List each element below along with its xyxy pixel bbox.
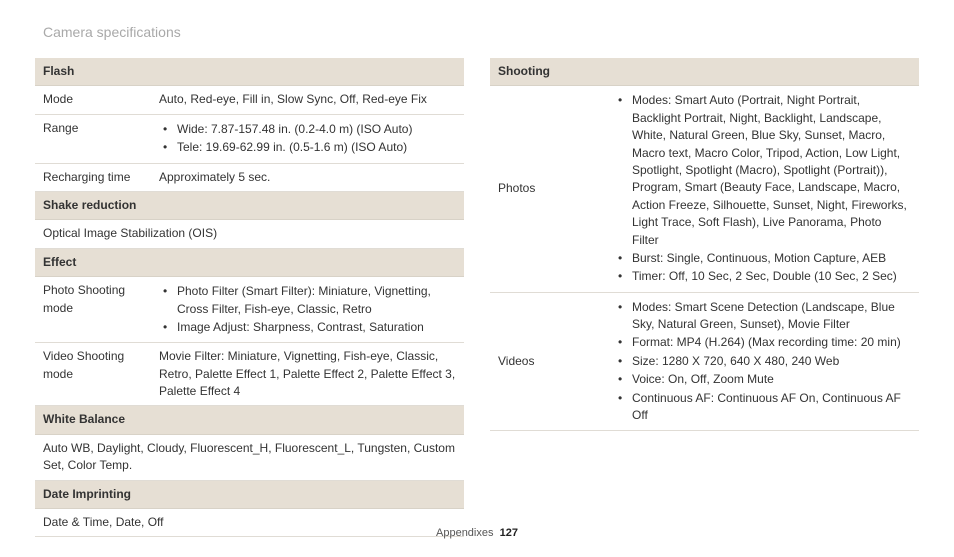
list-item: Continuous AF: Continuous AF On, Continu… <box>628 390 911 425</box>
right-column: Shooting Photos Modes: Smart Auto (Portr… <box>490 58 919 537</box>
spec-table-right: Shooting Photos Modes: Smart Auto (Portr… <box>490 58 919 431</box>
spec-label: Range <box>35 114 151 163</box>
section-header-wb: White Balance <box>35 406 464 434</box>
list-item: Format: MP4 (H.264) (Max recording time:… <box>628 334 911 351</box>
spec-label: Video Shooting mode <box>35 343 151 406</box>
spec-value: Approximately 5 sec. <box>151 163 464 191</box>
bullet-list: Modes: Smart Scene Detection (Landscape,… <box>614 299 911 425</box>
list-item: Voice: On, Off, Zoom Mute <box>628 371 911 388</box>
spec-value: Movie Filter: Miniature, Vignetting, Fis… <box>151 343 464 406</box>
table-row: Mode Auto, Red-eye, Fill in, Slow Sync, … <box>35 86 464 114</box>
section-header-label: Flash <box>35 58 464 86</box>
section-header-effect: Effect <box>35 248 464 276</box>
section-header-label: Shooting <box>490 58 919 86</box>
spec-value: Modes: Smart Scene Detection (Landscape,… <box>606 292 919 431</box>
table-row: Video Shooting mode Movie Filter: Miniat… <box>35 343 464 406</box>
bullet-list: Modes: Smart Auto (Portrait, Night Portr… <box>614 92 911 285</box>
left-column: Flash Mode Auto, Red-eye, Fill in, Slow … <box>35 58 464 537</box>
list-item: Modes: Smart Auto (Portrait, Night Portr… <box>628 92 911 249</box>
footer-label: Appendixes <box>436 527 494 539</box>
spec-label: Recharging time <box>35 163 151 191</box>
bullet-list: Wide: 7.87-157.48 in. (0.2-4.0 m) (ISO A… <box>159 121 456 157</box>
spec-value: Wide: 7.87-157.48 in. (0.2-4.0 m) (ISO A… <box>151 114 464 163</box>
list-item: Image Adjust: Sharpness, Contrast, Satur… <box>173 319 456 336</box>
list-item: Timer: Off, 10 Sec, 2 Sec, Double (10 Se… <box>628 268 911 285</box>
spec-value: Photo Filter (Smart Filter): Miniature, … <box>151 277 464 343</box>
section-header-label: White Balance <box>35 406 464 434</box>
section-header-label: Shake reduction <box>35 191 464 219</box>
list-item: Size: 1280 X 720, 640 X 480, 240 Web <box>628 353 911 370</box>
table-row: Videos Modes: Smart Scene Detection (Lan… <box>490 292 919 431</box>
table-row: Auto WB, Daylight, Cloudy, Fluorescent_H… <box>35 434 464 480</box>
spec-table-left: Flash Mode Auto, Red-eye, Fill in, Slow … <box>35 58 464 537</box>
spec-label: Mode <box>35 86 151 114</box>
section-header-date: Date Imprinting <box>35 480 464 508</box>
table-row: Photo Shooting mode Photo Filter (Smart … <box>35 277 464 343</box>
section-header-label: Effect <box>35 248 464 276</box>
page-title: Camera specifications <box>43 24 919 40</box>
list-item: Tele: 19.69-62.99 in. (0.5-1.6 m) (ISO A… <box>173 139 456 156</box>
section-header-shooting: Shooting <box>490 58 919 86</box>
spec-label: Photos <box>490 86 606 292</box>
table-row: Photos Modes: Smart Auto (Portrait, Nigh… <box>490 86 919 292</box>
spec-label: Videos <box>490 292 606 431</box>
document-page: Camera specifications Flash Mode Auto, R… <box>0 0 954 537</box>
section-header-flash: Flash <box>35 58 464 86</box>
list-item: Wide: 7.87-157.48 in. (0.2-4.0 m) (ISO A… <box>173 121 456 138</box>
list-item: Photo Filter (Smart Filter): Miniature, … <box>173 283 456 318</box>
list-item: Modes: Smart Scene Detection (Landscape,… <box>628 299 911 334</box>
columns: Flash Mode Auto, Red-eye, Fill in, Slow … <box>35 58 919 537</box>
page-footer: Appendixes 127 <box>0 527 954 539</box>
spec-label: Photo Shooting mode <box>35 277 151 343</box>
table-row: Optical Image Stabilization (OIS) <box>35 220 464 248</box>
bullet-list: Photo Filter (Smart Filter): Miniature, … <box>159 283 456 336</box>
spec-value: Auto, Red-eye, Fill in, Slow Sync, Off, … <box>151 86 464 114</box>
spec-value: Optical Image Stabilization (OIS) <box>35 220 464 248</box>
section-header-label: Date Imprinting <box>35 480 464 508</box>
spec-value: Modes: Smart Auto (Portrait, Night Portr… <box>606 86 919 292</box>
footer-page-number: 127 <box>500 527 518 539</box>
list-item: Burst: Single, Continuous, Motion Captur… <box>628 250 911 267</box>
table-row: Recharging time Approximately 5 sec. <box>35 163 464 191</box>
spec-value: Auto WB, Daylight, Cloudy, Fluorescent_H… <box>35 434 464 480</box>
section-header-shake: Shake reduction <box>35 191 464 219</box>
table-row: Range Wide: 7.87-157.48 in. (0.2-4.0 m) … <box>35 114 464 163</box>
